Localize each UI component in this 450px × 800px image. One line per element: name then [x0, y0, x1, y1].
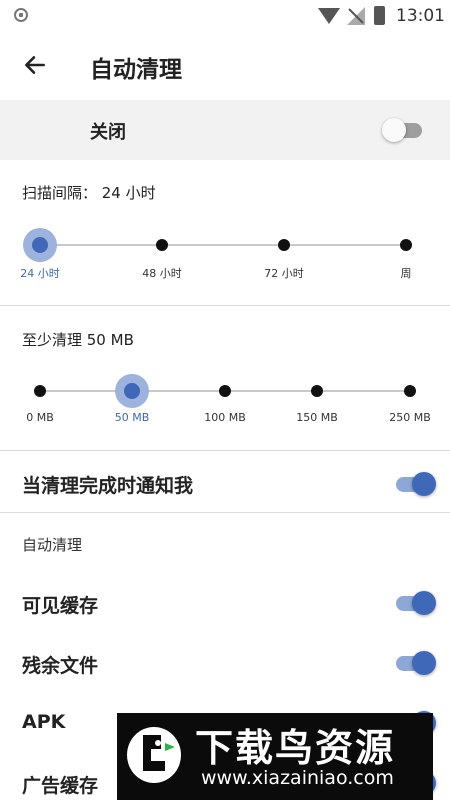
- status-time: 13:01: [396, 6, 445, 26]
- slider-tick-label: 50 MB: [114, 411, 150, 424]
- master-switch-row[interactable]: 关闭: [0, 100, 450, 160]
- residual-files-toggle[interactable]: [392, 651, 436, 675]
- slider-stop[interactable]: [124, 383, 140, 399]
- min-clean-slider[interactable]: 0 MB 50 MB 100 MB 150 MB 250 MB: [0, 368, 450, 448]
- notify-label: 当清理完成时通知我: [22, 475, 194, 497]
- slider-tick-label: 250 MB: [389, 411, 431, 424]
- min-clean-label: 至少清理 50 MB: [22, 331, 134, 349]
- ad-cache-label: 广告缓存: [22, 775, 99, 797]
- divider: [0, 305, 450, 306]
- watermark-banner: 下载鸟资源 www.xiazainiao.com: [117, 713, 433, 800]
- arrow-left-icon[interactable]: [22, 52, 48, 78]
- bird-logo-icon: [127, 727, 181, 783]
- scan-interval-slider[interactable]: 24 小时 48 小时 72 小时 周: [0, 222, 450, 302]
- divider: [0, 450, 450, 451]
- slider-stop[interactable]: [311, 385, 323, 397]
- residual-files-label: 残余文件: [22, 655, 99, 677]
- slider-tick-label: 周: [400, 267, 412, 280]
- divider: [0, 512, 450, 513]
- slider-stop[interactable]: [400, 239, 412, 251]
- wifi-icon: [318, 8, 340, 24]
- notify-toggle[interactable]: [392, 472, 436, 496]
- slider-tick-label: 48 小时: [142, 267, 182, 280]
- app-shield-icon: [14, 8, 28, 22]
- apk-label: APK: [22, 711, 66, 733]
- status-bar: 13:01: [0, 0, 450, 32]
- page-title: 自动清理: [90, 57, 182, 83]
- slider-tick-label: 24 小时: [20, 267, 60, 280]
- visible-cache-label: 可见缓存: [22, 595, 99, 617]
- battery-charging-icon: [374, 6, 385, 25]
- slider-stop[interactable]: [219, 385, 231, 397]
- watermark-url: www.xiazainiao.com: [201, 767, 394, 789]
- master-switch-label: 关闭: [90, 122, 126, 143]
- slider-tick-label: 150 MB: [296, 411, 338, 424]
- slider-stop[interactable]: [32, 237, 48, 253]
- slider-tick-label: 0 MB: [26, 411, 54, 424]
- slider-stop[interactable]: [156, 239, 168, 251]
- slider-stop[interactable]: [404, 385, 416, 397]
- slider-tick-label: 100 MB: [204, 411, 246, 424]
- no-sim-icon: [347, 7, 365, 25]
- slider-stop[interactable]: [34, 385, 46, 397]
- slider-tick-label: 72 小时: [264, 267, 304, 280]
- slider-stop[interactable]: [278, 239, 290, 251]
- watermark-title: 下载鸟资源: [195, 726, 396, 770]
- scan-interval-label: 扫描间隔： 24 小时: [22, 184, 156, 202]
- visible-cache-toggle[interactable]: [392, 591, 436, 615]
- auto-clean-header: 自动清理: [22, 536, 83, 554]
- master-toggle[interactable]: [382, 118, 426, 142]
- app-bar: 自动清理: [0, 32, 450, 100]
